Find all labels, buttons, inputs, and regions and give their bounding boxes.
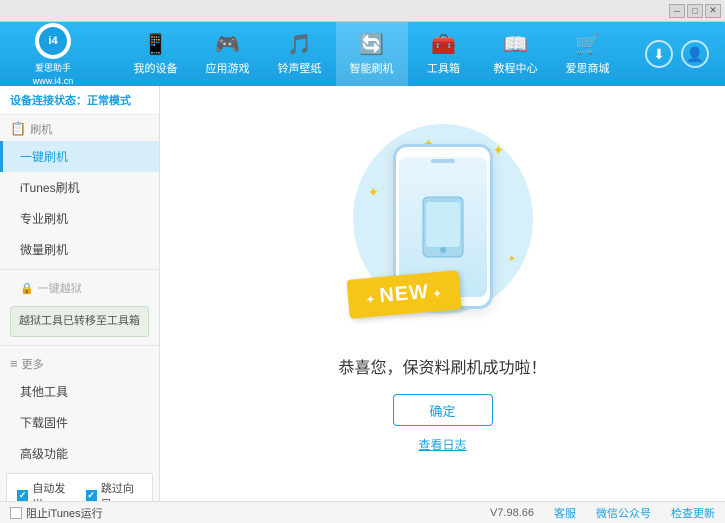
divider-1: [0, 269, 159, 270]
toolbox-icon: 🧰: [431, 32, 456, 57]
titlebar: ─ □ ✕: [0, 0, 725, 22]
more-section-label: 更多: [22, 356, 44, 372]
phone-notch: [431, 159, 455, 163]
sidebar: 设备连接状态：正常模式 📋 刷机 一键刷机 iTunes刷机 专业刷机 微量刷机…: [0, 86, 160, 501]
sidebar-item-itunes-flash[interactable]: iTunes刷机: [0, 172, 159, 203]
auto-send-check: ✓: [19, 490, 27, 501]
logo-subtext: www.i4.cn: [33, 76, 74, 86]
tutorial-icon: 📖: [503, 32, 528, 57]
sidebar-item-pro-flash[interactable]: 专业刷机: [0, 203, 159, 234]
flash-section-label: 刷机: [30, 121, 52, 137]
skip-wizard-box[interactable]: ✓: [86, 490, 97, 502]
nav-ringtones[interactable]: 🎵 铃声壁纸: [264, 22, 336, 86]
section-flash: 📋 刷机: [0, 115, 159, 141]
nav-smart-flash-label: 智能刷机: [350, 60, 394, 76]
sidebar-item-advanced[interactable]: 高级功能: [0, 438, 159, 469]
version-text: V7.98.66: [490, 507, 534, 519]
nav-my-device-label: 我的设备: [134, 60, 178, 76]
sparkle-4: ✦: [508, 254, 516, 265]
auto-send-checkbox[interactable]: ✓ 自动发送: [17, 480, 74, 502]
sidebar-item-download-firmware[interactable]: 下载固件: [0, 407, 159, 438]
logo: i4 爱思助手 www.i4.cn: [8, 23, 98, 86]
bottom-left: 阻止iTunes运行: [10, 505, 490, 521]
shop-icon: 🛒: [575, 32, 600, 57]
section-more: ≡ 更多: [0, 350, 159, 376]
status-label: 设备连接状态：: [10, 95, 87, 107]
header: i4 爱思助手 www.i4.cn 📱 我的设备 🎮 应用游戏 🎵 铃声壁纸 🔄…: [0, 22, 725, 86]
log-link[interactable]: 查看日志: [418, 436, 466, 453]
success-message: 恭喜您，保资料刷机成功啦！: [338, 354, 546, 378]
nav-app-games[interactable]: 🎮 应用游戏: [192, 22, 264, 86]
sidebar-item-micro-flash[interactable]: 微量刷机: [0, 234, 159, 265]
sparkle-3: ✦: [368, 184, 380, 201]
phone-screen-svg: [418, 192, 468, 262]
bottombar: 阻止iTunes运行 V7.98.66 客服 微信公众号 检查更新: [0, 501, 725, 523]
checkbox-area: ✓ 自动发送 ✓ 跳过向导: [6, 473, 153, 502]
check-update-link[interactable]: 检查更新: [671, 505, 715, 521]
phone-illustration: ✦ ✦ ✦ ✦ NEW: [363, 134, 523, 334]
app-games-icon: 🎮: [215, 32, 240, 57]
close-button[interactable]: ✕: [705, 4, 721, 18]
skip-wizard-check: ✓: [87, 490, 95, 501]
lock-icon: 🔒: [20, 282, 34, 295]
nav-shop-label: 爱思商城: [566, 60, 610, 76]
logo-icon: i4: [39, 27, 67, 55]
download-button[interactable]: ⬇: [645, 40, 673, 68]
nav-tutorial[interactable]: 📖 教程中心: [480, 22, 552, 86]
skip-wizard-checkbox[interactable]: ✓ 跳过向导: [86, 480, 143, 502]
wechat-link[interactable]: 微信公众号: [596, 505, 651, 521]
nav-tutorial-label: 教程中心: [494, 60, 538, 76]
main-layout: 设备连接状态：正常模式 📋 刷机 一键刷机 iTunes刷机 专业刷机 微量刷机…: [0, 86, 725, 501]
block-itunes-box[interactable]: [10, 507, 22, 519]
block-itunes-label: 阻止iTunes运行: [26, 505, 103, 521]
nav-smart-flash[interactable]: 🔄 智能刷机: [336, 22, 408, 86]
nav-ringtones-label: 铃声壁纸: [278, 60, 322, 76]
connection-status: 设备连接状态：正常模式: [0, 86, 159, 115]
skip-wizard-label: 跳过向导: [101, 480, 142, 502]
nav-shop[interactable]: 🛒 爱思商城: [552, 22, 624, 86]
status-value: 正常模式: [87, 95, 131, 107]
nav-bar: 📱 我的设备 🎮 应用游戏 🎵 铃声壁纸 🔄 智能刷机 🧰 工具箱 📖 教程中心…: [98, 22, 645, 86]
jailbreak-notice: 越狱工具已转移至工具箱: [10, 306, 149, 337]
my-device-icon: 📱: [143, 32, 168, 57]
auto-send-box[interactable]: ✓: [17, 490, 28, 502]
customer-service-link[interactable]: 客服: [554, 505, 576, 521]
flash-section-icon: 📋: [10, 121, 26, 137]
sparkle-2: ✦: [493, 142, 505, 159]
smart-flash-icon: 🔄: [359, 32, 384, 57]
user-button[interactable]: 👤: [681, 40, 709, 68]
sidebar-item-other-tools[interactable]: 其他工具: [0, 376, 159, 407]
nav-app-games-label: 应用游戏: [206, 60, 250, 76]
confirm-button[interactable]: 确定: [393, 394, 493, 426]
divider-2: [0, 345, 159, 346]
logo-circle: i4: [35, 23, 71, 59]
nav-toolbox[interactable]: 🧰 工具箱: [408, 22, 480, 86]
block-itunes-checkbox[interactable]: 阻止iTunes运行: [10, 505, 103, 521]
jailbreak-label: 一键越狱: [38, 280, 82, 296]
ringtones-icon: 🎵: [287, 32, 312, 57]
maximize-button[interactable]: □: [687, 4, 703, 18]
jailbreak-section: 🔒 一键越狱: [0, 274, 159, 302]
logo-text: 爱思助手: [35, 61, 71, 74]
content-area: ✦ ✦ ✦ ✦ NEW 恭喜您，保资料刷机成功啦！ 确定 查看日志: [160, 86, 725, 501]
nav-toolbox-label: 工具箱: [427, 60, 460, 76]
bottom-right: V7.98.66 客服 微信公众号 检查更新: [490, 505, 715, 521]
more-section-icon: ≡: [10, 356, 18, 371]
sidebar-item-one-click-flash[interactable]: 一键刷机: [0, 141, 159, 172]
nav-actions: ⬇ 👤: [645, 40, 709, 68]
nav-my-device[interactable]: 📱 我的设备: [120, 22, 192, 86]
minimize-button[interactable]: ─: [669, 4, 685, 18]
auto-send-label: 自动发送: [32, 480, 73, 502]
